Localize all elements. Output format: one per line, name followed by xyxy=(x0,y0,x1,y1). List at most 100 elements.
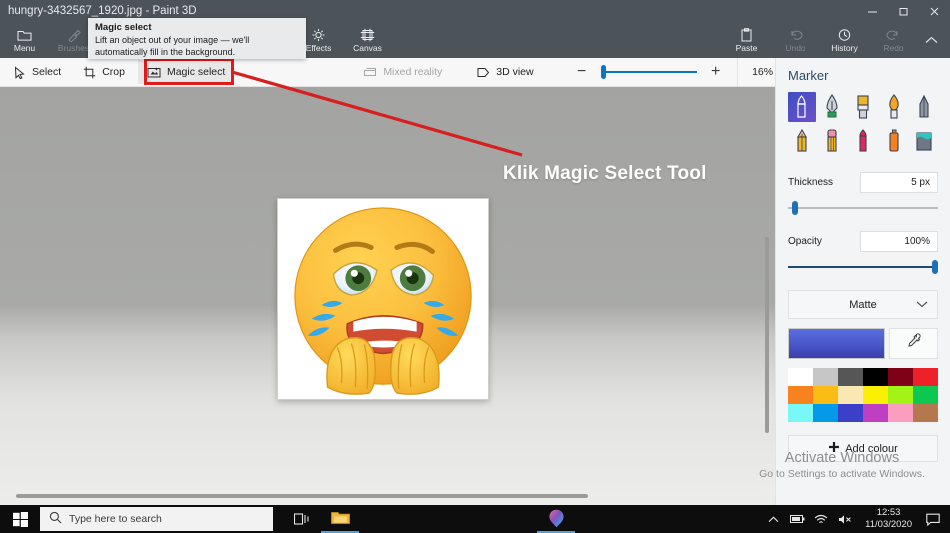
menu-folder-icon xyxy=(17,27,32,42)
current-colour-swatch[interactable] xyxy=(788,328,885,359)
file-explorer-icon[interactable] xyxy=(321,505,359,533)
canvas-workspace[interactable] xyxy=(0,87,775,505)
thickness-slider-knob[interactable] xyxy=(792,201,798,215)
colour-swatch[interactable] xyxy=(913,386,938,404)
current-colour-row xyxy=(788,328,938,359)
paint-3d-window: hungry-3432567_1920.jpg - Paint 3D Menu xyxy=(0,0,950,533)
colour-swatch-grid xyxy=(788,368,938,422)
colour-swatch[interactable] xyxy=(813,386,838,404)
zoom-out-button[interactable]: − xyxy=(569,59,595,85)
watercolour-brush-tool[interactable] xyxy=(880,92,908,122)
material-selected-value: Matte xyxy=(849,298,877,311)
tool-label: Mixed reality xyxy=(383,66,443,78)
ribbon-item-undo: Undo xyxy=(771,22,820,58)
pencil-tool[interactable] xyxy=(788,126,816,156)
colour-swatch[interactable] xyxy=(838,386,863,404)
ribbon-right-group: Paste Undo History Redo xyxy=(722,22,918,58)
ribbon-item-canvas[interactable]: Canvas xyxy=(343,22,392,58)
search-icon xyxy=(49,511,62,527)
colour-swatch[interactable] xyxy=(888,368,913,386)
add-colour-label: Add colour xyxy=(845,442,898,455)
canvas-icon xyxy=(360,27,375,42)
eyedropper-icon xyxy=(906,333,922,354)
magic-select-tooltip: Magic select Lift an object out of your … xyxy=(88,18,306,59)
zoom-slider-knob[interactable] xyxy=(600,65,606,79)
brush-tool-grid xyxy=(788,92,938,156)
plus-icon xyxy=(828,441,840,456)
thickness-value[interactable]: 5 px xyxy=(860,172,938,193)
action-center-icon[interactable] xyxy=(920,505,946,533)
tooltip-body: Lift an object out of your image — we'll… xyxy=(95,35,250,57)
colour-swatch[interactable] xyxy=(863,368,888,386)
ribbon-item-redo: Redo xyxy=(869,22,918,58)
colour-swatch[interactable] xyxy=(863,404,888,422)
colour-swatch[interactable] xyxy=(888,404,913,422)
ribbon-item-history[interactable]: History xyxy=(820,22,869,58)
canvas-vertical-scrollbar[interactable] xyxy=(765,237,769,433)
maximize-button[interactable] xyxy=(888,0,919,22)
tool-label: Crop xyxy=(102,66,125,78)
colour-swatch[interactable] xyxy=(913,368,938,386)
taskbar-clock[interactable]: 12:53 11/03/2020 xyxy=(857,507,920,531)
3d-view-button[interactable]: 3D view xyxy=(467,60,542,84)
paste-icon xyxy=(739,27,754,42)
calligraphy-pen-tool[interactable] xyxy=(819,92,847,122)
spray-can-tool[interactable] xyxy=(880,126,908,156)
colour-swatch[interactable] xyxy=(813,368,838,386)
zoom-in-button[interactable]: + xyxy=(703,59,729,85)
canvas-image[interactable] xyxy=(277,198,489,400)
colour-swatch[interactable] xyxy=(788,368,813,386)
ribbon-item-paste[interactable]: Paste xyxy=(722,22,771,58)
thickness-label: Thickness xyxy=(788,177,834,188)
select-tool-button[interactable]: Select xyxy=(4,60,70,84)
minimize-button[interactable] xyxy=(857,0,888,22)
opacity-slider-knob[interactable] xyxy=(932,260,938,274)
paint-3d-icon[interactable] xyxy=(537,505,575,533)
close-button[interactable] xyxy=(919,0,950,22)
ribbon-item-label: Menu xyxy=(13,43,36,53)
ribbon-item-label: Canvas xyxy=(353,43,382,53)
colour-swatch[interactable] xyxy=(788,386,813,404)
system-tray: 12:53 11/03/2020 xyxy=(761,505,950,533)
colour-swatch[interactable] xyxy=(788,404,813,422)
fill-tool[interactable] xyxy=(910,126,938,156)
search-placeholder: Type here to search xyxy=(69,513,162,525)
collapse-ribbon-button[interactable] xyxy=(918,22,944,58)
add-colour-button[interactable]: Add colour xyxy=(788,435,938,462)
search-input[interactable]: Type here to search xyxy=(40,507,273,531)
eraser-tool[interactable] xyxy=(819,126,847,156)
thickness-slider[interactable] xyxy=(788,201,938,215)
ribbon-item-menu[interactable]: Menu xyxy=(0,22,49,58)
wifi-icon[interactable] xyxy=(809,505,833,533)
panel-title: Marker xyxy=(788,68,829,83)
zoom-slider[interactable] xyxy=(600,65,697,79)
marker-tool[interactable] xyxy=(788,92,816,122)
tool-options-panel: Marker Thickness 5 px Opacity 100% Matte… xyxy=(775,58,950,505)
ribbon-item-label: History xyxy=(831,43,858,53)
crop-icon xyxy=(83,66,96,79)
windows-start-icon[interactable] xyxy=(0,505,40,533)
pixel-pen-tool[interactable] xyxy=(910,92,938,122)
colour-swatch[interactable] xyxy=(888,386,913,404)
show-hidden-icons-chevron[interactable] xyxy=(761,505,785,533)
colour-swatch[interactable] xyxy=(813,404,838,422)
colour-swatch[interactable] xyxy=(863,386,888,404)
colour-swatch[interactable] xyxy=(838,404,863,422)
battery-icon[interactable] xyxy=(785,505,809,533)
undo-icon xyxy=(788,27,803,42)
volume-muted-icon[interactable] xyxy=(833,505,857,533)
opacity-value[interactable]: 100% xyxy=(860,231,938,252)
redo-icon xyxy=(886,27,901,42)
opacity-label: Opacity xyxy=(788,236,822,247)
eyedropper-button[interactable] xyxy=(889,328,938,359)
crop-tool-button[interactable]: Crop xyxy=(74,60,134,84)
colour-swatch[interactable] xyxy=(838,368,863,386)
opacity-slider[interactable] xyxy=(788,260,938,274)
task-view-icon[interactable] xyxy=(283,505,321,533)
canvas-horizontal-scrollbar[interactable] xyxy=(16,494,588,498)
oil-brush-tool[interactable] xyxy=(849,92,877,122)
colour-swatch[interactable] xyxy=(913,404,938,422)
material-dropdown[interactable]: Matte xyxy=(788,290,938,319)
crayon-tool[interactable] xyxy=(849,126,877,156)
3d-view-icon xyxy=(476,66,490,79)
